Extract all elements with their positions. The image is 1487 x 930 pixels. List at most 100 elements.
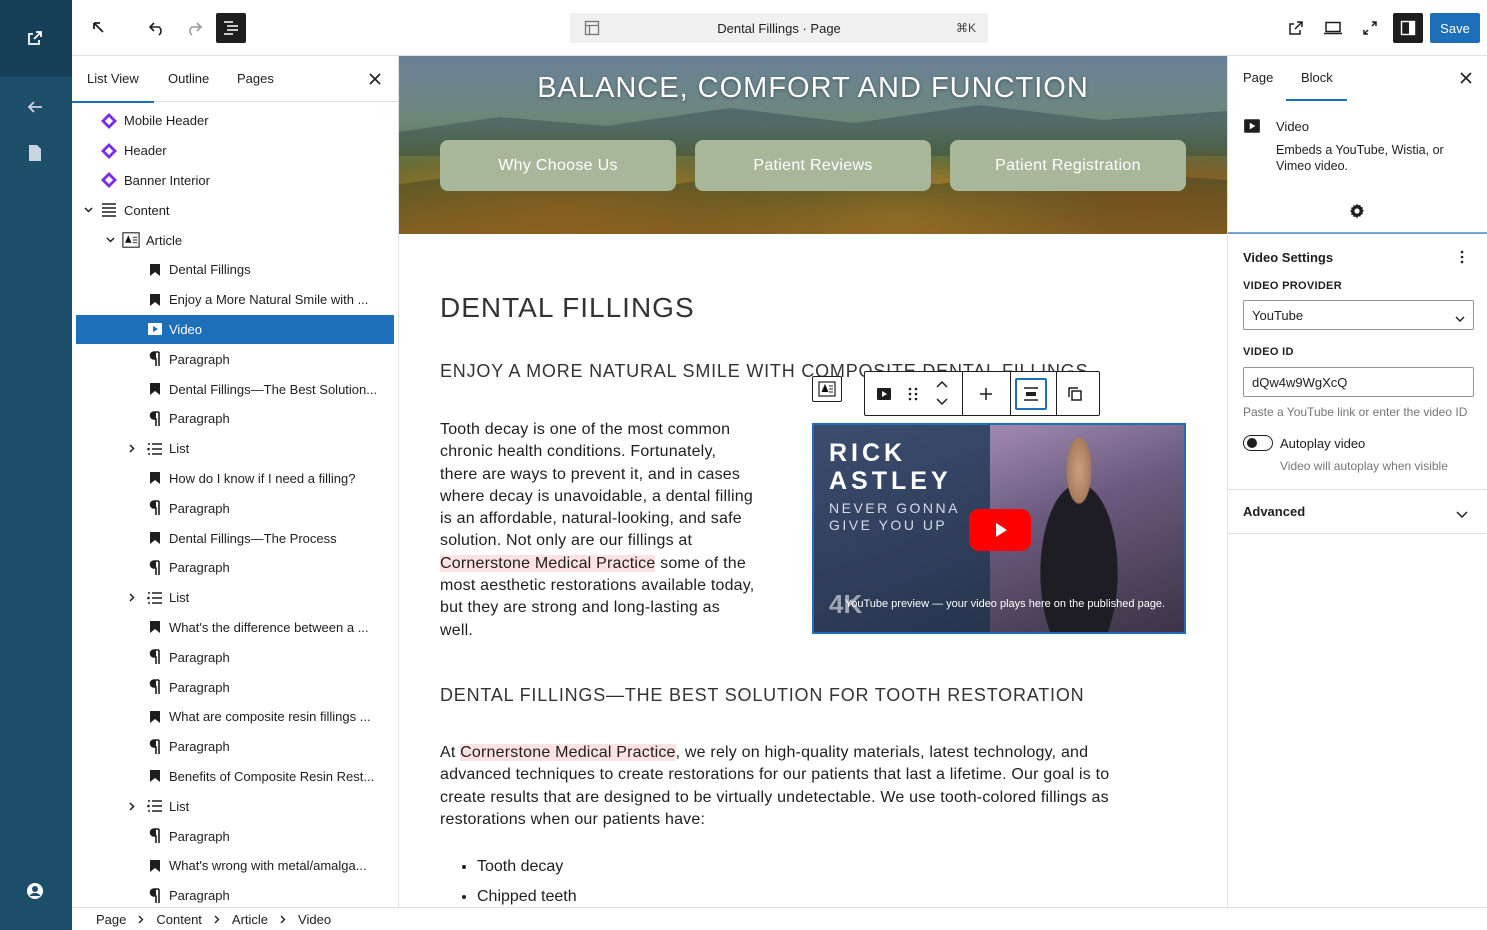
list-view-item-label: Paragraph — [169, 888, 230, 904]
paragraph-tooth-decay[interactable]: Tooth decay is one of the most common ch… — [440, 419, 790, 642]
block-name: Video — [1276, 119, 1310, 134]
video-id-label: VIDEO ID — [1243, 346, 1294, 358]
chevron-right-icon[interactable] — [126, 592, 138, 604]
fullscreen-icon[interactable] — [1355, 13, 1385, 43]
breadcrumb-item[interactable]: Page — [96, 912, 126, 927]
chevron-right-icon — [280, 912, 286, 927]
list-view-item[interactable]: List — [72, 791, 399, 821]
user-avatar-icon[interactable] — [24, 880, 46, 902]
patient-registration-button[interactable]: Patient Registration — [950, 140, 1186, 191]
tab-page[interactable]: Page — [1243, 56, 1273, 101]
select-tool-icon[interactable] — [84, 13, 114, 43]
video-embed-preview[interactable]: RICK ASTLEY NEVER GONNA GIVE YOU UP 4K Y… — [812, 423, 1186, 634]
tab-pages[interactable]: Pages — [237, 56, 274, 102]
chevron-down-icon[interactable] — [104, 234, 116, 246]
list-view-item[interactable]: How do I know if I need a filling? — [72, 464, 399, 494]
device-preview-icon[interactable] — [1318, 13, 1348, 43]
list-view-item[interactable]: Dental Fillings — [72, 255, 399, 285]
drag-handle-icon[interactable] — [903, 383, 923, 405]
list-view-item-label: Dental Fillings—The Process — [169, 530, 337, 546]
list-view-item[interactable]: Paragraph — [72, 493, 399, 523]
block-description: Embeds a YouTube, Wistia, or Vimeo video… — [1276, 143, 1444, 173]
advanced-section-toggle[interactable]: Advanced — [1243, 504, 1305, 519]
document-title: Dental Fillings · Page — [717, 20, 841, 36]
list-view-item[interactable]: Video — [76, 314, 394, 345]
video-provider-select[interactable]: YouTube — [1243, 300, 1474, 330]
paragraph-icon — [146, 648, 164, 666]
document-overview-icon[interactable] — [216, 13, 246, 43]
list-view-item[interactable]: Paragraph — [72, 344, 399, 374]
close-icon[interactable] — [1456, 68, 1476, 88]
document-icon[interactable] — [24, 142, 46, 164]
list-view-item[interactable]: Paragraph — [72, 732, 399, 762]
align-icon[interactable] — [1015, 378, 1047, 410]
list-view-item[interactable]: Content — [72, 195, 399, 225]
view-page-icon[interactable] — [1281, 13, 1311, 43]
list-view-item[interactable]: Article — [72, 225, 399, 255]
paragraph-icon — [146, 410, 164, 428]
subheading-best-solution[interactable]: DENTAL FILLINGS—THE BEST SOLUTION FOR TO… — [440, 685, 1084, 706]
list-view-item[interactable]: Benefits of Composite Resin Rest... — [72, 762, 399, 792]
close-icon[interactable] — [365, 69, 385, 89]
list-view-item[interactable]: Dental Fillings—The Process — [72, 523, 399, 553]
list-view-item[interactable]: What are composite resin fillings ... — [72, 702, 399, 732]
list-view-item[interactable]: Mobile Header — [72, 106, 399, 136]
list-view-item[interactable]: Paragraph — [72, 404, 399, 434]
list-view-item[interactable]: List — [72, 434, 399, 464]
list-view-item[interactable]: Banner Interior — [72, 166, 399, 196]
list-view-item[interactable]: What's the difference between a ... — [72, 613, 399, 643]
chevron-right-icon[interactable] — [126, 800, 138, 812]
paragraph-high-quality[interactable]: At Cornerstone Medical Practice, we rely… — [440, 742, 1200, 831]
more-options-icon[interactable] — [1456, 250, 1468, 267]
chevron-right-icon[interactable] — [126, 443, 138, 455]
chevron-down-icon[interactable] — [1456, 507, 1468, 522]
move-up-icon[interactable] — [931, 376, 953, 392]
list-view-item[interactable]: Enjoy a More Natural Smile with ... — [72, 285, 399, 315]
video-artist-text: RICK ASTLEY — [829, 439, 952, 495]
tab-outline[interactable]: Outline — [168, 56, 209, 102]
list-view-item[interactable]: Paragraph — [72, 672, 399, 702]
conditions-list[interactable]: Tooth decay Chipped teeth — [477, 852, 577, 907]
video-block-icon[interactable] — [873, 383, 895, 405]
move-down-icon[interactable] — [931, 394, 953, 410]
insert-block-icon[interactable] — [975, 383, 997, 405]
patient-reviews-button[interactable]: Patient Reviews — [695, 140, 931, 191]
list-view-item[interactable]: Paragraph — [72, 821, 399, 851]
list-view-item[interactable]: Dental Fillings—The Best Solution... — [72, 374, 399, 404]
list-view-item[interactable]: Paragraph — [72, 553, 399, 583]
why-choose-us-button[interactable]: Why Choose Us — [440, 140, 676, 191]
command-palette-bar[interactable]: Dental Fillings · Page ⌘K — [570, 13, 988, 43]
tab-list-view[interactable]: List View — [72, 56, 154, 103]
editor-canvas[interactable]: BALANCE, COMFORT AND FUNCTION Why Choose… — [399, 56, 1227, 907]
page-heading[interactable]: DENTAL FILLINGS — [440, 292, 695, 324]
block-card: Video Embeds a YouTube, Wistia, or Vimeo… — [1228, 101, 1487, 234]
breadcrumb-item[interactable]: Content — [156, 912, 202, 927]
article-icon — [122, 231, 140, 249]
select-parent-article-button[interactable] — [812, 376, 842, 402]
gear-icon[interactable] — [1349, 203, 1365, 222]
list-view-item[interactable]: What's wrong with metal/amalga... — [72, 851, 399, 881]
breadcrumb-item[interactable]: Article — [232, 912, 268, 927]
undo-icon[interactable] — [142, 13, 172, 43]
list-view-item-label: Content — [124, 202, 170, 218]
chevron-down-icon[interactable] — [82, 204, 94, 216]
settings-sidebar-icon[interactable] — [1393, 13, 1423, 43]
save-button[interactable]: Save — [1430, 13, 1480, 43]
breadcrumb-item[interactable]: Video — [298, 912, 331, 927]
paragraph-icon — [146, 559, 164, 577]
video-id-input[interactable] — [1243, 367, 1474, 397]
list-item: Tooth decay — [477, 852, 577, 882]
video-song-text: NEVER GONNA GIVE YOU UP — [829, 500, 960, 533]
redo-icon[interactable] — [179, 13, 209, 43]
back-arrow-icon[interactable] — [24, 96, 46, 118]
list-view-item[interactable]: Header — [72, 136, 399, 166]
list-view-item-label: Mobile Header — [124, 113, 209, 129]
list-view-item[interactable]: List — [72, 583, 399, 613]
video-settings-title[interactable]: Video Settings — [1243, 250, 1333, 265]
autoplay-toggle[interactable] — [1243, 435, 1273, 451]
tab-block[interactable]: Block — [1286, 56, 1347, 101]
list-view-item[interactable]: Paragraph — [72, 642, 399, 672]
duplicate-icon[interactable] — [1063, 383, 1087, 405]
youtube-play-icon[interactable] — [969, 509, 1031, 551]
external-link-icon[interactable] — [24, 27, 46, 49]
